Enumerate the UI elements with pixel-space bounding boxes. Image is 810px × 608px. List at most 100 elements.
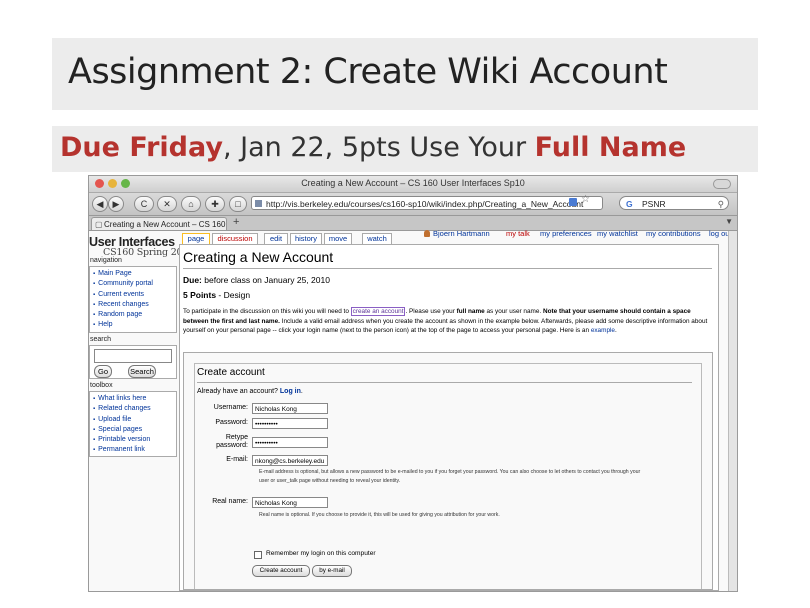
url-bar[interactable]: http://vis.berkeley.edu/courses/cs160-sp…	[251, 196, 603, 210]
page-scrollbar[interactable]	[728, 231, 737, 591]
navigation-box: Main Page Community portal Current event…	[89, 266, 177, 333]
forward-button[interactable]: ▶	[108, 196, 124, 212]
slide-subtitle-band: Due Friday, Jan 22, 5pts Use Your Full N…	[52, 126, 758, 172]
tab-watch[interactable]: watch	[362, 233, 392, 244]
favicon-icon	[255, 200, 262, 207]
tool-special-pages[interactable]: Special pages	[93, 425, 176, 435]
search-button[interactable]: Search	[128, 365, 156, 378]
remember-checkbox[interactable]	[254, 551, 262, 559]
window-titlebar: Creating a New Account – CS 160 User Int…	[89, 176, 737, 193]
slide-subtitle: Due Friday, Jan 22, 5pts Use Your Full N…	[60, 132, 686, 163]
para-text-5: .	[614, 327, 617, 335]
tool-printable-version[interactable]: Printable version	[93, 435, 176, 445]
wiki-search-input[interactable]	[94, 349, 172, 363]
retype-password-field[interactable]: ••••••••••	[252, 437, 328, 448]
bookmark-add-button[interactable]: ✚	[205, 196, 225, 212]
points-line: 5 Points - Design	[183, 290, 250, 300]
tab-page[interactable]: page	[182, 233, 210, 244]
tab-close-icon[interactable]: ▢	[95, 218, 103, 230]
my-talk-link[interactable]: my talk	[506, 229, 530, 238]
points-label: 5 Points	[183, 290, 217, 300]
remember-label: Remember my login on this computer	[266, 550, 376, 557]
rss-icon[interactable]	[569, 198, 577, 206]
reload-button[interactable]: C	[134, 196, 154, 212]
tab-strip: ▢ Creating a New Account – CS 160 ... + …	[89, 216, 737, 231]
nav-current-events[interactable]: Current events	[93, 290, 176, 300]
stop-button[interactable]: ✕	[157, 196, 177, 212]
nav-help[interactable]: Help	[93, 320, 176, 330]
browser-tab[interactable]: ▢ Creating a New Account – CS 160 ...	[91, 217, 227, 230]
email-note: E-mail address is optional, but allows a…	[259, 468, 699, 485]
google-icon: G	[626, 199, 633, 209]
browser-tab-label: Creating a New Account – CS 160 ...	[104, 220, 227, 229]
window-title: Creating a New Account – CS 160 User Int…	[301, 178, 525, 188]
have-account-end: .	[300, 388, 303, 395]
retype-label-1: Retype	[225, 434, 248, 441]
nav-recent-changes[interactable]: Recent changes	[93, 300, 176, 310]
username-label: Username:	[213, 404, 248, 411]
back-button[interactable]: ◀	[92, 196, 108, 212]
nav-main-page[interactable]: Main Page	[93, 269, 176, 279]
by-email-button[interactable]: by e-mail	[312, 565, 352, 577]
example-link[interactable]: example	[591, 327, 615, 334]
tab-edit[interactable]: edit	[264, 233, 288, 244]
user-link[interactable]: Bjoern Hartmann	[433, 229, 490, 238]
person-icon	[424, 230, 430, 237]
log-in-link[interactable]: Log in	[280, 388, 301, 395]
due-line: Due: before class on January 25, 2010	[183, 275, 330, 285]
tool-related-changes[interactable]: Related changes	[93, 404, 176, 414]
tab-discussion[interactable]: discussion	[212, 233, 258, 244]
subtitle-fullname: Full Name	[534, 132, 687, 163]
page-icon[interactable]: □	[229, 196, 247, 212]
retype-label-2: password:	[216, 442, 248, 449]
username-field[interactable]: Nicholas Kong	[252, 403, 328, 414]
nav-community-portal[interactable]: Community portal	[93, 279, 176, 289]
email-label: E-mail:	[226, 456, 248, 463]
browser-search-value: PSNR	[642, 199, 666, 209]
browser-window: Creating a New Account – CS 160 User Int…	[88, 175, 738, 592]
para-text-1: To participate in the discussion on this…	[183, 308, 351, 315]
realname-note: Real name is optional. If you choose to …	[259, 512, 500, 518]
email-note-line2: user or user_talk page without needing t…	[259, 477, 401, 484]
go-button[interactable]: Go	[94, 365, 112, 378]
have-account-line: Already have an account? Log in.	[197, 388, 303, 395]
tab-move[interactable]: move	[324, 233, 352, 244]
due-text: before class on January 25, 2010	[201, 275, 330, 285]
tool-what-links-here[interactable]: What links here	[93, 394, 176, 404]
slide-title: Assignment 2: Create Wiki Account	[68, 52, 668, 92]
my-preferences-link[interactable]: my preferences	[540, 229, 592, 238]
subtitle-due: Due Friday	[60, 132, 223, 163]
home-button[interactable]: ⌂	[181, 196, 201, 212]
nav-random-page[interactable]: Random page	[93, 310, 176, 320]
star-icon[interactable]: ☆	[581, 194, 590, 205]
my-watchlist-link[interactable]: my watchlist	[597, 229, 638, 238]
toolbox-box: What links here Related changes Upload f…	[89, 391, 177, 457]
create-account-button[interactable]: Create account	[252, 565, 310, 577]
due-label: Due:	[183, 275, 202, 285]
slide-title-bar: Assignment 2: Create Wiki Account	[52, 38, 758, 110]
tool-upload-file[interactable]: Upload file	[93, 415, 176, 425]
points-text: - Design	[216, 290, 251, 300]
toolbar-toggle-icon[interactable]	[713, 179, 731, 189]
realname-label: Real name:	[212, 498, 248, 505]
wiki-logo[interactable]: User Interfaces CS160 Spring 2010	[89, 235, 194, 258]
my-contributions-link[interactable]: my contributions	[646, 229, 701, 238]
para-text-2: . Please use your	[405, 308, 457, 315]
tab-history[interactable]: history	[290, 233, 322, 244]
tool-permanent-link[interactable]: Permanent link	[93, 445, 176, 455]
realname-field[interactable]: Nicholas Kong	[252, 497, 328, 508]
browser-search-field[interactable]: G PSNR ⚲	[619, 196, 729, 210]
new-tab-icon[interactable]: +	[233, 216, 239, 228]
create-account-panel: Create account Already have an account? …	[183, 352, 713, 590]
navigation-toolbar: ◀ ▶ C ✕ ⌂ ✚ □ http://vis.berkeley.edu/co…	[89, 193, 737, 216]
password-field[interactable]: ••••••••••	[252, 418, 328, 429]
create-account-rule	[197, 382, 692, 383]
tab-list-icon[interactable]: ▼	[725, 217, 733, 226]
magnifier-icon[interactable]: ⚲	[718, 197, 724, 211]
create-account-link[interactable]: create an account	[350, 307, 406, 316]
article-heading: Creating a New Account	[183, 249, 334, 265]
article-content: Creating a New Account Due: before class…	[179, 244, 719, 591]
password-label: Password:	[215, 419, 248, 426]
url-text: http://vis.berkeley.edu/courses/cs160-sp…	[266, 199, 584, 209]
email-field[interactable]: nkong@cs.berkeley.edu	[252, 455, 328, 466]
